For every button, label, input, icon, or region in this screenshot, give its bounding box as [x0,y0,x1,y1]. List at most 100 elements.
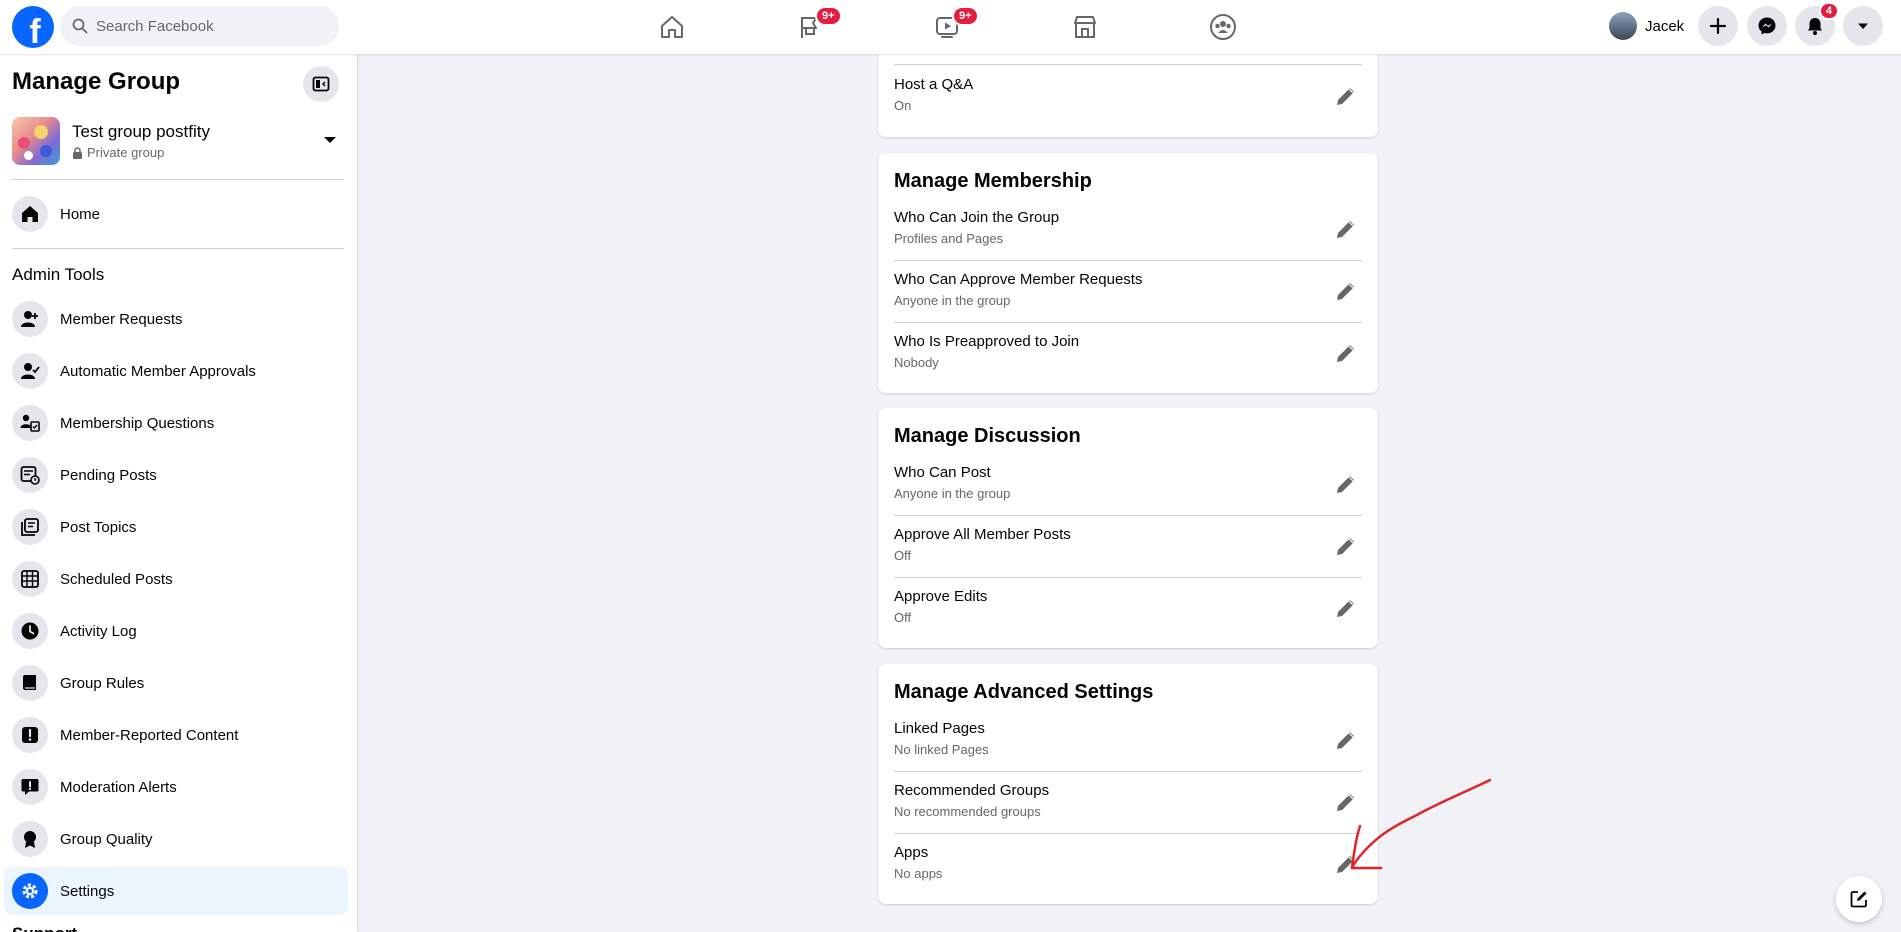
setting-name: Recommended Groups [894,782,1050,799]
facebook-logo[interactable]: f [12,6,54,48]
sidebar-item-label: Activity Log [60,622,137,640]
pencil-icon [1337,345,1354,362]
features-card: Host a Q&A On [878,40,1378,137]
quality-icon [12,821,48,857]
sidebar-divider [12,248,344,249]
manage-membership-card: Manage Membership Who Can Join the Group… [878,153,1378,393]
setting-value: Off [894,610,912,625]
pencil-icon [1337,856,1354,873]
create-button[interactable] [1698,6,1738,46]
book-icon [12,665,48,701]
setting-name: Who Can Join the Group [894,209,1060,226]
profile-chip[interactable]: Jacek [1605,8,1692,44]
edit-button[interactable] [1330,468,1362,500]
setting-value: Anyone in the group [894,486,1011,501]
sidebar-item-scheduled-posts[interactable]: Scheduled Posts [4,555,348,603]
setting-linked-pages[interactable]: Linked Pages No linked Pages [894,710,1362,772]
sidebar-divider [12,179,344,180]
sidebar-item-settings[interactable]: Settings [4,867,348,915]
edit-button[interactable] [1330,592,1362,624]
nav-home[interactable] [617,4,727,50]
setting-host-qa[interactable]: Host a Q&A On [894,66,1362,128]
setting-name: Who Can Approve Member Requests [894,271,1143,288]
compose-icon [1850,891,1867,908]
manage-advanced-settings-card: Manage Advanced Settings Linked Pages No… [878,664,1378,904]
sidebar-item-moderation-alerts[interactable]: Moderation Alerts [4,763,348,811]
nav-groups[interactable] [1168,4,1278,50]
manage-group-sidebar: Manage Group Test group postfity Private… [0,54,357,932]
sidebar-item-label: Scheduled Posts [60,570,173,588]
setting-name: Who Is Preapproved to Join [894,333,1080,350]
pages-badge: 9+ [815,6,842,26]
pencil-icon [1337,732,1354,749]
edit-button[interactable] [1330,724,1362,756]
edit-button[interactable] [1330,337,1362,369]
setting-approve-member-posts[interactable]: Approve All Member Posts Off [894,516,1362,578]
facebook-logo-letter: f [29,13,41,48]
auto-approval-icon [12,353,48,389]
setting-value: No recommended groups [894,804,1041,819]
row-divider [894,64,1362,65]
edit-button[interactable] [1330,213,1362,245]
nav-marketplace[interactable] [1030,4,1140,50]
sidebar-item-label: Post Topics [60,518,137,536]
setting-approve-edits[interactable]: Approve Edits Off [894,578,1362,640]
edit-button[interactable] [1330,848,1362,880]
member-requests-icon [12,301,48,337]
sidebar-item-member-requests[interactable]: Member Requests [4,295,348,343]
card-title: Manage Discussion [894,425,1081,447]
notifications-badge: 4 [1818,2,1839,20]
group-selector[interactable]: Test group postfity Private group [12,116,342,166]
post-topics-icon [12,509,48,545]
setting-value: No apps [894,866,943,881]
edit-button[interactable] [1330,275,1362,307]
search-input[interactable] [96,17,316,35]
setting-preapproved[interactable]: Who Is Preapproved to Join Nobody [894,323,1362,385]
home-icon [661,16,683,38]
top-navigation-bar: f 9+ 9+ Jacek 4 [0,0,1901,54]
pencil-icon [1337,476,1354,493]
nav-pages[interactable]: 9+ [755,4,865,50]
edit-button[interactable] [1330,786,1362,818]
groups-icon [1210,14,1236,40]
sidebar-item-activity-log[interactable]: Activity Log [4,607,348,655]
setting-who-can-approve[interactable]: Who Can Approve Member Requests Anyone i… [894,261,1362,323]
new-message-button[interactable] [1836,876,1882,922]
caret-down-icon[interactable] [322,132,338,148]
sidebar-item-automatic-member-approvals[interactable]: Automatic Member Approvals [4,347,348,395]
search-box[interactable] [60,6,339,46]
sidebar-item-label: Moderation Alerts [60,778,177,796]
sidebar-item-label: Member-Reported Content [60,726,239,744]
setting-who-can-join[interactable]: Who Can Join the Group Profiles and Page… [894,199,1362,261]
setting-who-can-post[interactable]: Who Can Post Anyone in the group [894,454,1362,516]
sidebar-item-member-reported-content[interactable]: Member-Reported Content [4,711,348,759]
setting-apps[interactable]: Apps No apps [894,834,1362,896]
account-menu-button[interactable] [1843,6,1883,46]
notifications-button[interactable]: 4 [1795,2,1839,46]
messenger-button[interactable] [1747,6,1787,46]
setting-recommended-groups[interactable]: Recommended Groups No recommended groups [894,772,1362,834]
sidebar-item-home[interactable]: Home [4,190,348,238]
sidebar-item-group-rules[interactable]: Group Rules [4,659,348,707]
sidebar-item-group-quality[interactable]: Group Quality [4,815,348,863]
group-name: Test group postfity [72,122,210,141]
sidebar-item-post-topics[interactable]: Post Topics [4,503,348,551]
edit-button[interactable] [1330,80,1362,112]
search-icon [72,18,88,34]
sidebar-item-membership-questions[interactable]: Membership Questions [4,399,348,447]
card-title: Manage Membership [894,170,1092,192]
sidebar-item-pending-posts[interactable]: Pending Posts [4,451,348,499]
avatar [1609,12,1637,40]
report-icon [12,717,48,753]
setting-value: No linked Pages [894,742,989,757]
sidebar-toggle-icon [312,76,330,92]
sidebar-item-label: Group Quality [60,830,153,848]
nav-watch[interactable]: 9+ [892,4,1002,50]
admin-tools-heading: Admin Tools [12,265,105,284]
sidebar-title: Manage Group [12,68,181,95]
card-title: Manage Advanced Settings [894,681,1154,703]
setting-value: Anyone in the group [894,293,1011,308]
plus-icon [1709,17,1727,35]
edit-button[interactable] [1330,530,1362,562]
collapse-sidebar-button[interactable] [303,66,339,102]
